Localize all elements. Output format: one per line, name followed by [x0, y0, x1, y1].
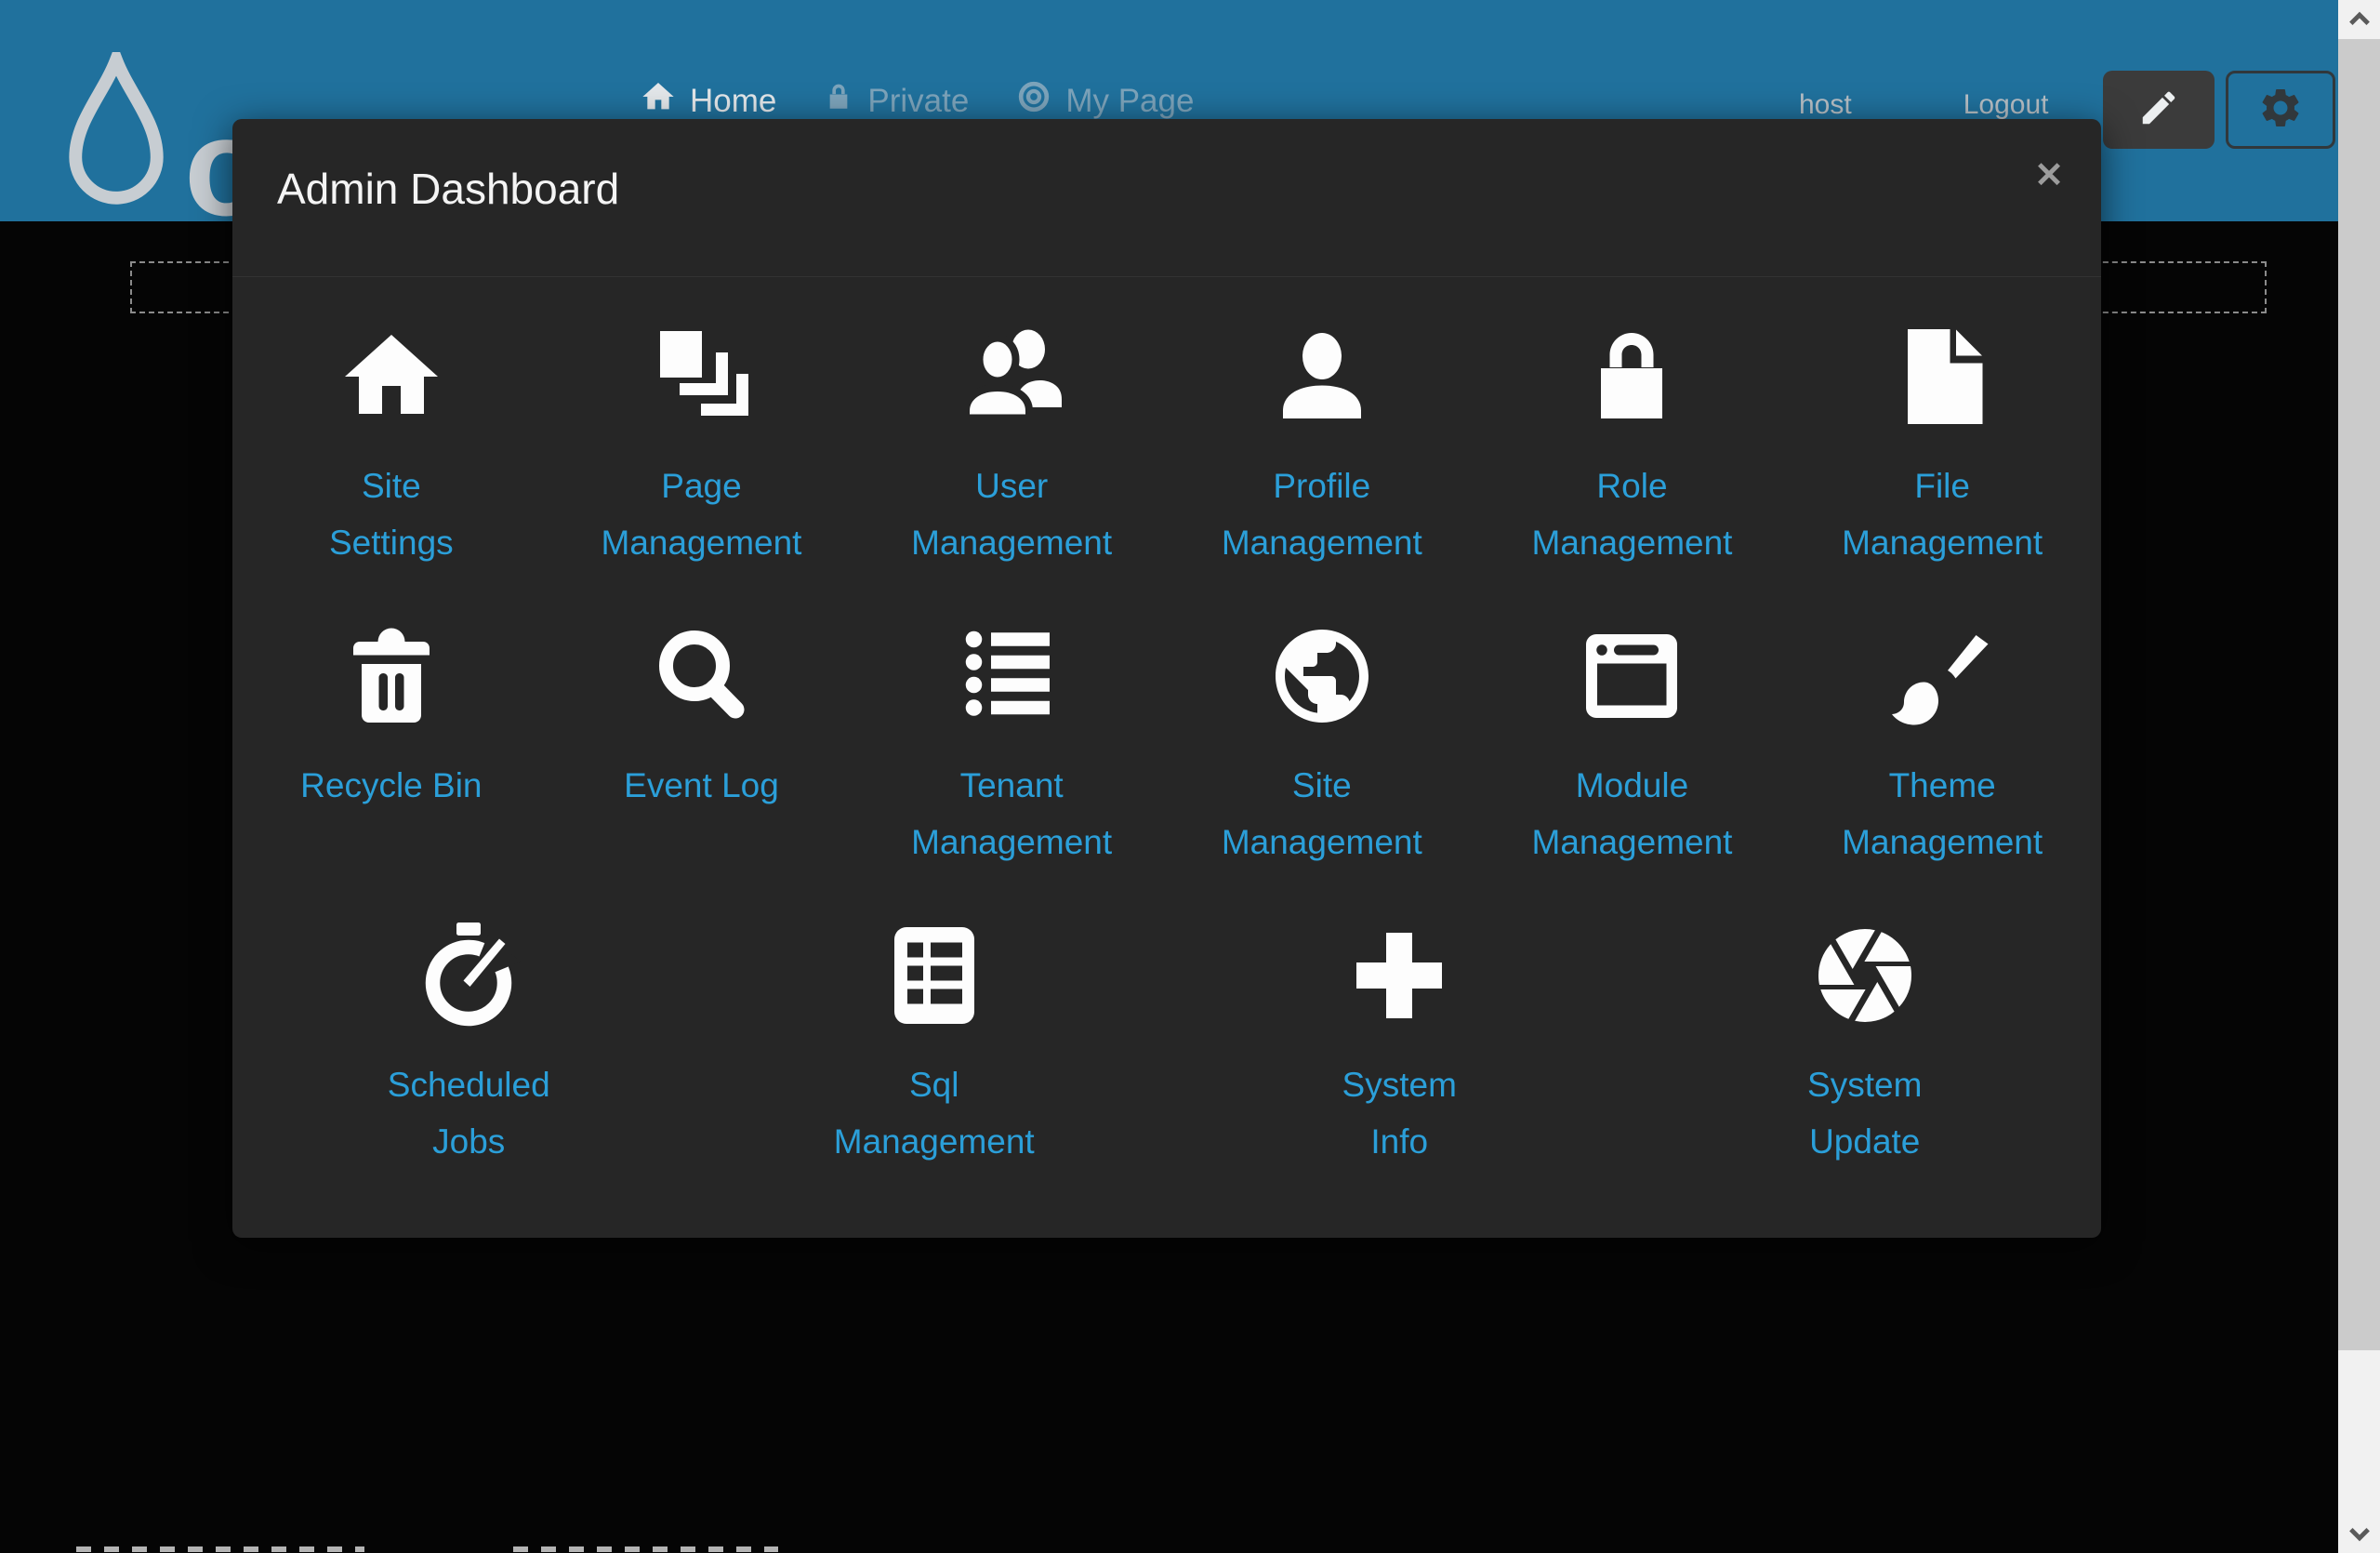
tile-label: ModuleManagement	[1532, 757, 1733, 870]
pencil-icon	[2137, 86, 2180, 134]
tile-site-settings[interactable]: SiteSettings	[236, 320, 547, 571]
tile-module-management[interactable]: ModuleManagement	[1477, 619, 1788, 870]
tile-scheduled-jobs[interactable]: ScheduledJobs	[236, 919, 701, 1170]
nav-item-private[interactable]: Private	[823, 81, 969, 121]
scrollbar[interactable]	[2338, 0, 2380, 1553]
tile-profile-management[interactable]: ProfileManagement	[1167, 320, 1477, 571]
nav-item-my-page[interactable]: My Page	[1015, 78, 1194, 124]
file-icon	[1886, 320, 1998, 433]
window-icon	[1576, 619, 1687, 733]
home-icon	[640, 78, 677, 124]
tile-page-management[interactable]: PageManagement	[547, 320, 857, 571]
tile-label: ThemeManagement	[1842, 757, 2043, 870]
user-links: host Logout	[1799, 89, 2048, 121]
logout-link[interactable]: Logout	[1964, 89, 2049, 121]
tile-label: SystemInfo	[1342, 1056, 1457, 1170]
gear-icon	[2257, 85, 2304, 136]
table-icon	[879, 919, 990, 1032]
tile-tenant-management[interactable]: TenantManagement	[856, 619, 1167, 870]
tile-label: SqlManagement	[834, 1056, 1035, 1170]
modal-title: Admin Dashboard	[277, 164, 619, 214]
home-icon	[336, 320, 447, 433]
oqtane-admin-screen: oqtane Home Private	[0, 0, 2380, 1553]
tile-label: ProfileManagement	[1222, 458, 1422, 571]
tile-role-management[interactable]: RoleManagement	[1477, 320, 1788, 571]
nav-item-label: Private	[867, 83, 969, 120]
tile-system-update[interactable]: SystemUpdate	[1632, 919, 2097, 1170]
settings-button[interactable]	[2226, 71, 2335, 149]
tile-label: Recycle Bin	[300, 757, 482, 814]
water-drop-icon	[61, 52, 171, 216]
tile-label: FileManagement	[1842, 458, 2043, 571]
tile-label: Event Log	[624, 757, 779, 814]
edit-mode-button[interactable]	[2103, 71, 2215, 149]
clipped-bottom-content	[513, 1546, 778, 1552]
scroll-up-button[interactable]	[2338, 0, 2380, 39]
chevron-up-icon	[2344, 4, 2375, 35]
nav-item-label: Home	[690, 83, 776, 120]
scroll-down-button[interactable]	[2338, 1514, 2380, 1553]
plus-icon	[1343, 919, 1455, 1032]
tile-label: SiteSettings	[329, 458, 454, 571]
brush-icon	[1886, 619, 1998, 733]
tile-theme-management[interactable]: ThemeManagement	[1787, 619, 2097, 870]
tile-label: PageManagement	[602, 458, 802, 571]
target-icon	[1015, 78, 1052, 124]
nav-item-label: My Page	[1065, 83, 1194, 120]
username-link[interactable]: host	[1799, 89, 1852, 121]
users-icon	[956, 320, 1067, 433]
scrollbar-thumb[interactable]	[2338, 39, 2380, 1350]
search-icon	[645, 619, 757, 733]
timer-icon	[413, 919, 524, 1032]
tile-label: ScheduledJobs	[388, 1056, 550, 1170]
tile-label: SiteManagement	[1222, 757, 1422, 870]
globe-icon	[1266, 619, 1378, 733]
chevron-down-icon	[2344, 1518, 2375, 1549]
admin-tile-grid: SiteSettings PageManagement	[232, 277, 2101, 1229]
person-icon	[1266, 320, 1378, 433]
tile-label: SystemUpdate	[1807, 1056, 1922, 1170]
lock-icon	[1576, 320, 1687, 433]
tile-site-management[interactable]: SiteManagement	[1167, 619, 1477, 870]
nav-item-home[interactable]: Home	[640, 78, 776, 124]
shutter-icon	[1809, 919, 1921, 1032]
clipped-bottom-content	[76, 1546, 364, 1552]
admin-dashboard-modal: Admin Dashboard ✕ SiteSettings	[232, 119, 2101, 1238]
tile-user-management[interactable]: UserManagement	[856, 320, 1167, 571]
modal-header: Admin Dashboard ✕	[232, 119, 2101, 277]
tile-system-info[interactable]: SystemInfo	[1167, 919, 1633, 1170]
tile-label: UserManagement	[911, 458, 1112, 571]
tile-file-management[interactable]: FileManagement	[1787, 320, 2097, 571]
tile-event-log[interactable]: Event Log	[547, 619, 857, 870]
tile-sql-management[interactable]: SqlManagement	[701, 919, 1167, 1170]
tile-label: RoleManagement	[1532, 458, 1733, 571]
trash-icon	[336, 619, 447, 733]
close-icon[interactable]: ✕	[2034, 158, 2064, 193]
lock-icon	[823, 81, 854, 121]
pages-icon	[645, 320, 757, 433]
nav-menu: Home Private My Page	[640, 78, 1194, 124]
list-icon	[956, 619, 1067, 733]
tile-label: TenantManagement	[911, 757, 1112, 870]
tile-recycle-bin[interactable]: Recycle Bin	[236, 619, 547, 870]
